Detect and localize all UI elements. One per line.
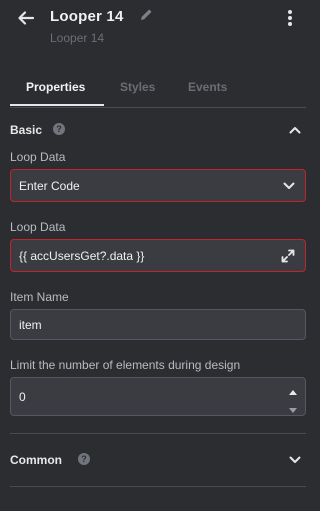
tab-styles[interactable]: Styles	[120, 80, 155, 94]
divider	[10, 486, 306, 487]
expand-common-button[interactable]	[287, 452, 303, 468]
help-glyph: ?	[81, 454, 87, 464]
section-common-title[interactable]: Common	[10, 453, 62, 467]
loop-data-code-input[interactable]: {{ accUsersGet?.data }}	[10, 239, 306, 272]
loop-data-code-label: Loop Data	[10, 220, 66, 234]
item-name-input[interactable]: item	[10, 309, 306, 340]
number-stepper[interactable]	[289, 384, 297, 416]
tab-bar: Properties Styles Events	[10, 80, 306, 108]
limit-number-input[interactable]: 0	[10, 377, 306, 416]
component-subtitle: Looper 14	[50, 31, 105, 45]
divider	[10, 433, 306, 434]
limit-label: Limit the number of elements during desi…	[10, 358, 241, 372]
tab-events[interactable]: Events	[188, 80, 227, 94]
more-vertical-icon	[287, 9, 293, 32]
help-icon[interactable]: ?	[53, 123, 65, 135]
item-name-label: Item Name	[10, 290, 69, 304]
collapse-basic-button[interactable]	[287, 122, 303, 138]
limit-value: 0	[19, 389, 26, 404]
active-tab-indicator	[10, 104, 104, 106]
component-title: Looper 14	[50, 8, 124, 25]
help-icon[interactable]: ?	[78, 453, 90, 465]
chevron-down-icon	[283, 170, 295, 201]
arrow-left-icon	[16, 8, 36, 33]
more-options-button[interactable]	[280, 8, 300, 32]
caret-down-icon[interactable]	[289, 402, 297, 416]
help-glyph: ?	[56, 124, 62, 134]
item-name-value: item	[19, 317, 42, 332]
loop-data-mode-value: Enter Code	[19, 178, 80, 193]
chevron-down-icon	[289, 451, 301, 469]
expand-icon[interactable]	[281, 240, 295, 271]
chevron-up-icon	[289, 121, 301, 139]
back-button[interactable]	[14, 8, 38, 32]
loop-data-mode-label: Loop Data	[10, 150, 66, 164]
caret-up-icon[interactable]	[289, 384, 297, 398]
tab-properties[interactable]: Properties	[26, 80, 85, 94]
pencil-icon	[139, 8, 153, 27]
loop-data-mode-select[interactable]: Enter Code	[10, 169, 306, 202]
loop-data-code-value: {{ accUsersGet?.data }}	[19, 248, 145, 263]
edit-title-button[interactable]	[138, 9, 154, 25]
section-basic-title[interactable]: Basic	[10, 123, 42, 137]
